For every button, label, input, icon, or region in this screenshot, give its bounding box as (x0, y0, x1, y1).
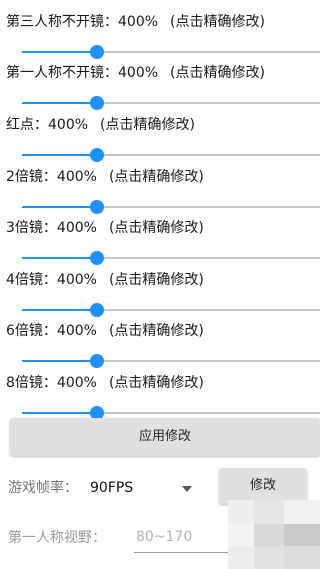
slider-thumb[interactable] (90, 200, 104, 214)
sensitivity-slider[interactable] (22, 42, 320, 62)
sensitivity-settings-page: 第三人称不开镜：400% (点击精确修改) 第一人称不开镜：400% (点击精确修改… (0, 0, 320, 569)
setting-label-row[interactable]: 3倍镜：400% (点击精确修改) (6, 218, 204, 238)
slider-fill (22, 257, 97, 259)
setting-6x-scope: 6倍镜：400% (点击精确修改) (0, 321, 320, 373)
setting-red-dot: 红点：400% (点击精确修改) (0, 115, 320, 167)
setting-label: 4倍镜：400% (6, 272, 97, 288)
precise-edit-hint[interactable]: (点击精确修改) (109, 375, 204, 391)
fps-selected-value: 90FPS (90, 480, 134, 496)
pixelated-watermark (228, 500, 320, 569)
setting-label-row[interactable]: 8倍镜：400% (点击精确修改) (6, 373, 204, 393)
setting-label-row[interactable]: 红点：400% (点击精确修改) (6, 115, 195, 135)
fov-input[interactable] (134, 522, 228, 553)
slider-fill (22, 51, 97, 53)
setting-2x-scope: 2倍镜：400% (点击精确修改) (0, 167, 320, 219)
precise-edit-hint[interactable]: (点击精确修改) (170, 14, 265, 30)
precise-edit-hint[interactable]: (点击精确修改) (109, 272, 204, 288)
slider-fill (22, 102, 97, 104)
precise-edit-hint[interactable]: (点击精确修改) (100, 117, 195, 133)
slider-thumb[interactable] (90, 303, 104, 317)
setting-label: 2倍镜：400% (6, 169, 97, 185)
slider-fill (22, 360, 97, 362)
precise-edit-hint[interactable]: (点击精确修改) (109, 169, 204, 185)
slider-fill (22, 309, 97, 311)
sensitivity-slider[interactable] (22, 248, 320, 268)
sensitivity-slider[interactable] (22, 197, 320, 217)
setting-first-person-no-scope: 第一人称不开镜：400% (点击精确修改) (0, 63, 320, 115)
setting-label-row[interactable]: 第一人称不开镜：400% (点击精确修改) (6, 63, 265, 83)
slider-thumb[interactable] (90, 45, 104, 59)
slider-fill (22, 206, 97, 208)
setting-label: 3倍镜：400% (6, 220, 97, 236)
sensitivity-slider[interactable] (22, 93, 320, 113)
setting-label: 第三人称不开镜：400% (6, 14, 159, 30)
fps-label: 游戏帧率： (8, 480, 78, 496)
slider-thumb[interactable] (90, 148, 104, 162)
setting-third-person-no-scope: 第三人称不开镜：400% (点击精确修改) (0, 12, 320, 64)
setting-3x-scope: 3倍镜：400% (点击精确修改) (0, 218, 320, 270)
precise-edit-hint[interactable]: (点击精确修改) (109, 220, 204, 236)
fov-label: 第一人称视野： (8, 530, 106, 546)
slider-thumb[interactable] (90, 251, 104, 265)
setting-label: 红点：400% (6, 117, 89, 133)
modify-fps-button[interactable]: 修改 (219, 468, 307, 504)
setting-4x-scope: 4倍镜：400% (点击精确修改) (0, 270, 320, 322)
setting-label: 第一人称不开镜：400% (6, 65, 159, 81)
slider-thumb[interactable] (90, 96, 104, 110)
sensitivity-slider[interactable] (22, 145, 320, 165)
setting-label: 6倍镜：400% (6, 323, 97, 339)
sensitivity-slider[interactable] (22, 300, 320, 320)
slider-thumb[interactable] (90, 354, 104, 368)
slider-fill (22, 154, 97, 156)
setting-label-row[interactable]: 第三人称不开镜：400% (点击精确修改) (6, 12, 265, 32)
fps-dropdown[interactable]: 90FPS (90, 474, 200, 500)
setting-label-row[interactable]: 6倍镜：400% (点击精确修改) (6, 321, 204, 341)
slider-fill (22, 412, 97, 414)
setting-label-row[interactable]: 2倍镜：400% (点击精确修改) (6, 167, 204, 187)
setting-label: 8倍镜：400% (6, 375, 97, 391)
sensitivity-slider[interactable] (22, 351, 320, 371)
apply-changes-button[interactable]: 应用修改 (10, 418, 320, 456)
precise-edit-hint[interactable]: (点击精确修改) (170, 65, 265, 81)
dropdown-triangle-icon (182, 486, 192, 492)
setting-label-row[interactable]: 4倍镜：400% (点击精确修改) (6, 270, 204, 290)
precise-edit-hint[interactable]: (点击精确修改) (109, 323, 204, 339)
